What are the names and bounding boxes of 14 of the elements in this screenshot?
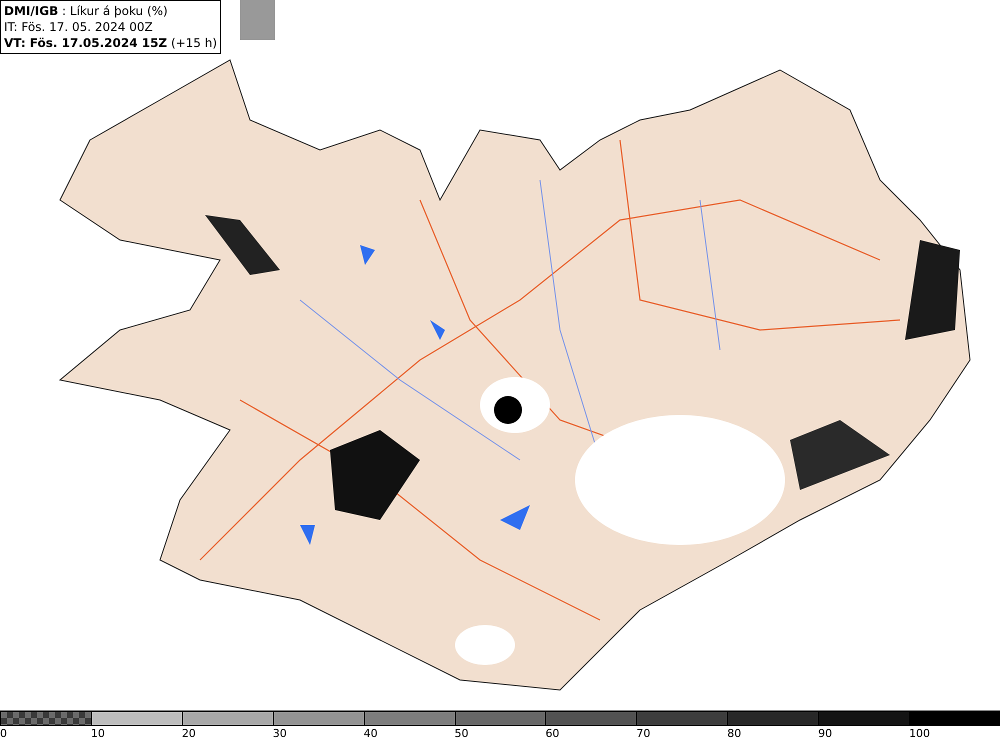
legend-label: 90 (818, 726, 832, 741)
legend-label: 20 (182, 726, 196, 741)
legend-label: 10 (90, 726, 105, 741)
legend-label: 30 (272, 726, 287, 741)
header-text: VT: Fös. 17.05.2024 15Z (+15 h) (4, 35, 218, 51)
header-text: IT: Fös. 17. 05. 2024 00Z (4, 19, 154, 35)
legend-label: 50 (454, 726, 469, 741)
legend-label: 60 (545, 726, 560, 741)
legend-label: 0 (0, 726, 7, 741)
legend-label: 100 (909, 726, 930, 741)
legend-label: 80 (727, 726, 742, 741)
legend-label: 40 (364, 726, 378, 741)
legend-label: 70 (636, 726, 650, 741)
header-text: DMI/IGB : Líkur á þoku (%) (4, 3, 169, 19)
